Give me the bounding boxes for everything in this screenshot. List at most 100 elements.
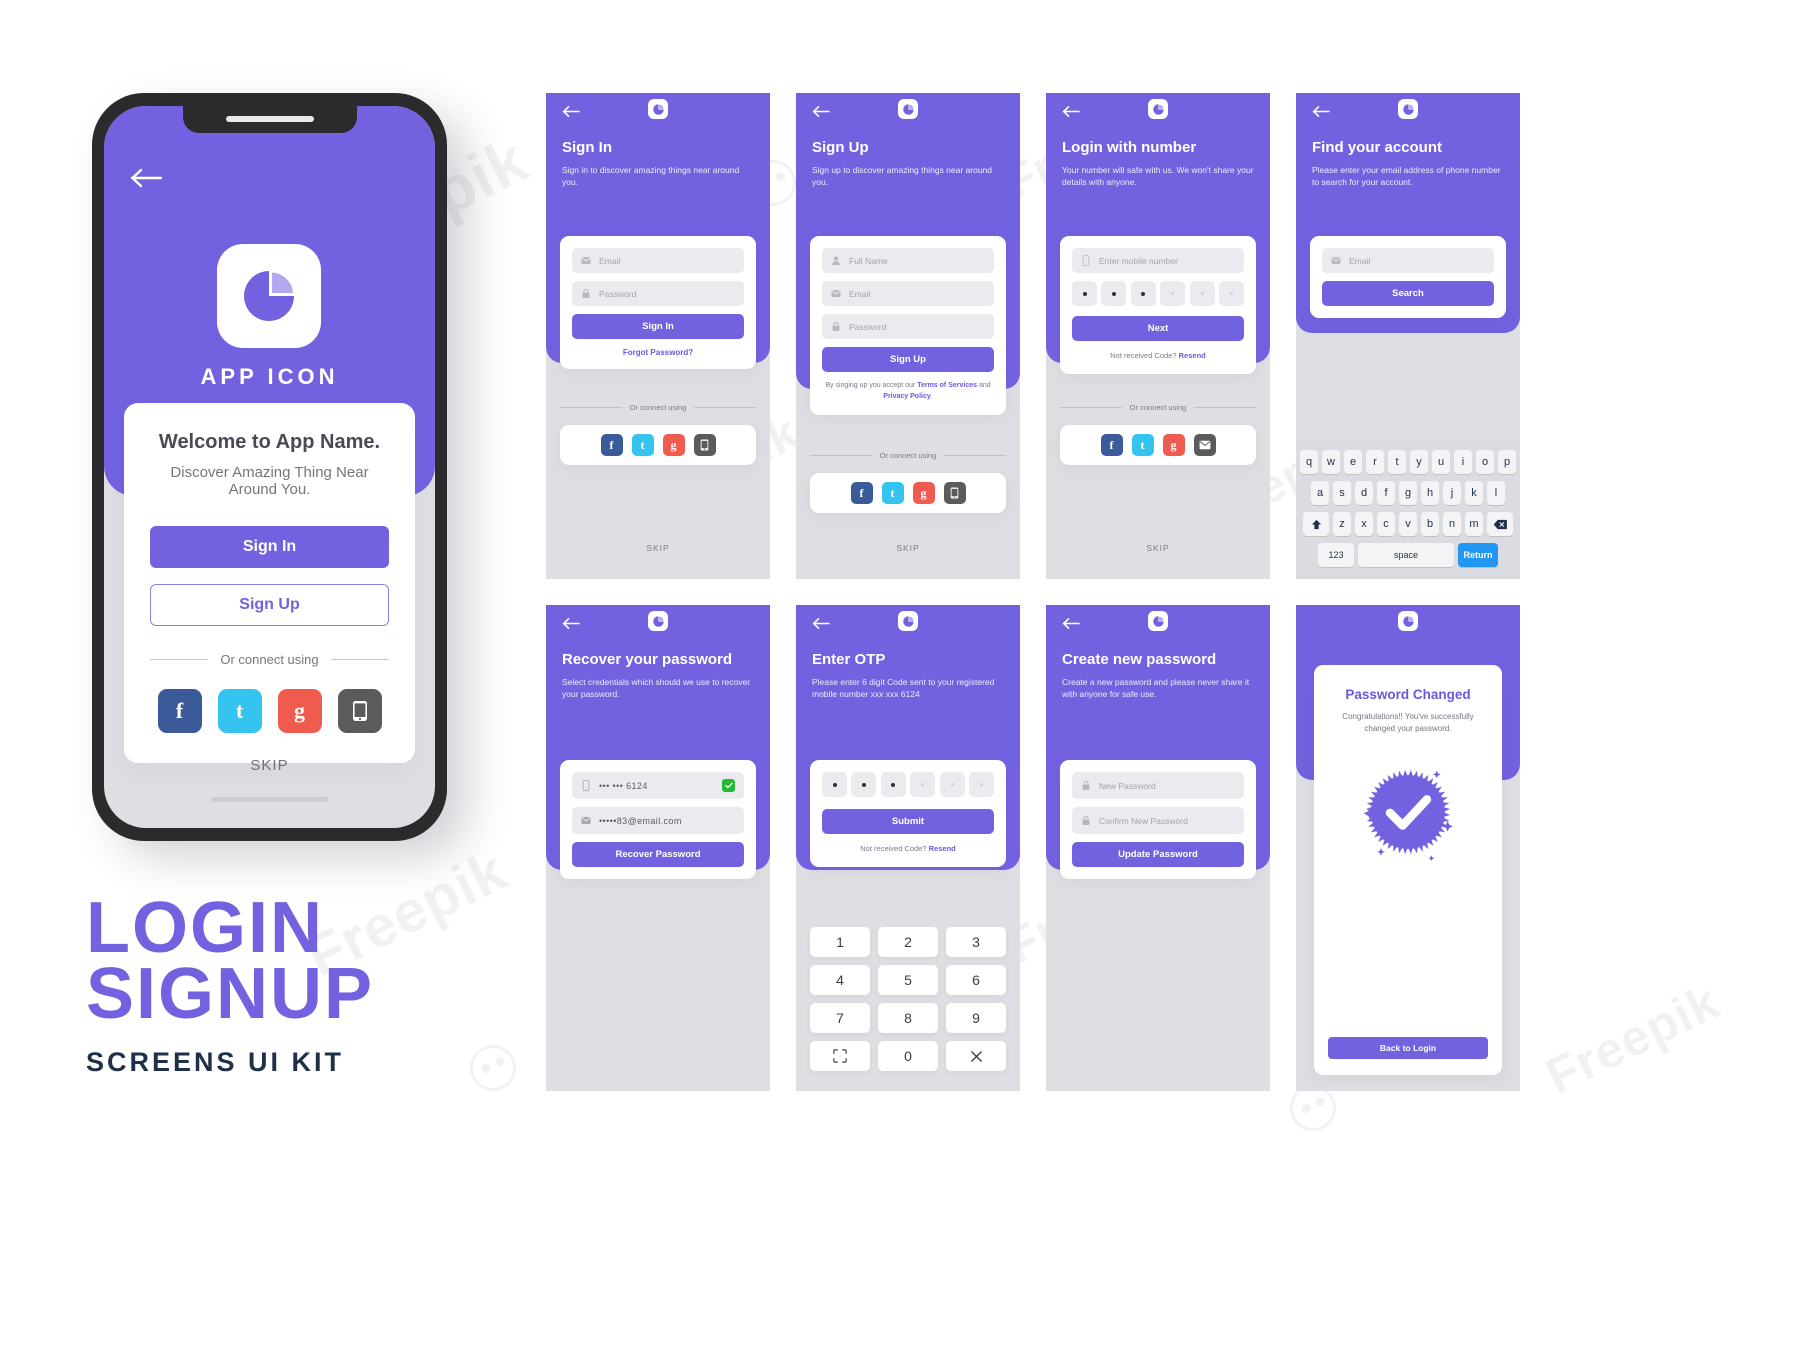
recover-password-button[interactable]: Recover Password: [572, 842, 744, 867]
terms-link[interactable]: Terms of Services: [917, 382, 977, 389]
phone-icon[interactable]: [337, 689, 382, 733]
mobile-number-field[interactable]: Enter mobile number: [1072, 248, 1244, 273]
sign-in-button[interactable]: Sign In: [150, 526, 389, 568]
recover-option-email[interactable]: •••••83@email.com: [572, 807, 744, 834]
otp-box[interactable]: [851, 772, 877, 797]
key-p[interactable]: p: [1498, 450, 1516, 474]
twitter-icon[interactable]: t: [1131, 434, 1154, 456]
resend-link[interactable]: Resend: [929, 844, 956, 853]
back-arrow-icon[interactable]: [562, 617, 580, 630]
otp-box[interactable]: [880, 772, 906, 797]
recover-option-phone[interactable]: ••• ••• 6124: [572, 772, 744, 799]
key-z[interactable]: z: [1333, 512, 1351, 536]
key-g[interactable]: g: [1399, 481, 1417, 505]
phone-icon[interactable]: [943, 482, 966, 504]
google-icon[interactable]: g: [277, 689, 322, 733]
key-w[interactable]: w: [1322, 450, 1340, 474]
google-icon[interactable]: g: [912, 482, 935, 504]
submit-button[interactable]: Submit: [822, 809, 994, 834]
numpad-key-6[interactable]: 6: [946, 965, 1006, 995]
numpad-key-8[interactable]: 8: [878, 1003, 938, 1033]
email-field[interactable]: Email: [1322, 248, 1494, 273]
otp-box[interactable]: [1189, 281, 1215, 306]
key-f[interactable]: f: [1377, 481, 1395, 505]
backspace-icon[interactable]: [1487, 512, 1513, 536]
new-password-field[interactable]: New Password: [1072, 772, 1244, 799]
numpad-key-2[interactable]: 2: [878, 927, 938, 957]
numpad-key-1[interactable]: 1: [810, 927, 870, 957]
facebook-icon[interactable]: f: [157, 689, 202, 733]
mail-icon[interactable]: [1193, 434, 1216, 456]
key-b[interactable]: b: [1421, 512, 1439, 536]
confirm-password-field[interactable]: Confirm New Password: [1072, 807, 1244, 834]
shift-icon[interactable]: [1303, 512, 1329, 536]
full-name-field[interactable]: Full Name: [822, 248, 994, 273]
otp-box[interactable]: [1160, 281, 1186, 306]
return-key[interactable]: Return: [1458, 543, 1498, 567]
otp-box[interactable]: [822, 772, 847, 797]
email-field[interactable]: Email: [822, 281, 994, 306]
facebook-icon[interactable]: f: [600, 434, 623, 456]
back-arrow-icon[interactable]: [130, 166, 164, 190]
sign-in-submit-button[interactable]: Sign In: [572, 314, 744, 339]
back-arrow-icon[interactable]: [1312, 105, 1330, 118]
close-icon[interactable]: [946, 1041, 1006, 1071]
facebook-icon[interactable]: f: [850, 482, 873, 504]
google-icon[interactable]: g: [662, 434, 685, 456]
key-n[interactable]: n: [1443, 512, 1461, 536]
space-key[interactable]: space: [1358, 543, 1454, 567]
key-l[interactable]: l: [1487, 481, 1505, 505]
key-i[interactable]: i: [1454, 450, 1472, 474]
sign-up-button[interactable]: Sign Up: [150, 584, 389, 626]
back-arrow-icon[interactable]: [562, 105, 580, 118]
back-arrow-icon[interactable]: [1062, 617, 1080, 630]
key-v[interactable]: v: [1399, 512, 1417, 536]
resend-link[interactable]: Resend: [1179, 351, 1206, 360]
key-o[interactable]: o: [1476, 450, 1494, 474]
numpad-key-7[interactable]: 7: [810, 1003, 870, 1033]
password-field[interactable]: Password: [572, 281, 744, 306]
numpad-key-5[interactable]: 5: [878, 965, 938, 995]
key-k[interactable]: k: [1465, 481, 1483, 505]
skip-button[interactable]: SKIP: [1046, 543, 1270, 553]
back-to-login-button[interactable]: Back to Login: [1328, 1037, 1488, 1059]
skip-button[interactable]: SKIP: [796, 543, 1020, 553]
back-arrow-icon[interactable]: [812, 617, 830, 630]
back-arrow-icon[interactable]: [1062, 105, 1080, 118]
update-password-button[interactable]: Update Password: [1072, 842, 1244, 867]
numpad-key-4[interactable]: 4: [810, 965, 870, 995]
key-a[interactable]: a: [1311, 481, 1329, 505]
numpad-key-3[interactable]: 3: [946, 927, 1006, 957]
email-field[interactable]: Email: [572, 248, 744, 273]
search-button[interactable]: Search: [1322, 281, 1494, 306]
key-q[interactable]: q: [1300, 450, 1318, 474]
numpad-key-9[interactable]: 9: [946, 1003, 1006, 1033]
otp-box[interactable]: [1130, 281, 1156, 306]
key-e[interactable]: e: [1344, 450, 1362, 474]
otp-box[interactable]: [939, 772, 965, 797]
otp-box[interactable]: [910, 772, 936, 797]
otp-box[interactable]: [1072, 281, 1097, 306]
skip-button[interactable]: SKIP: [546, 543, 770, 553]
key-r[interactable]: r: [1366, 450, 1384, 474]
key-h[interactable]: h: [1421, 481, 1439, 505]
sign-up-submit-button[interactable]: Sign Up: [822, 347, 994, 372]
back-arrow-icon[interactable]: [812, 105, 830, 118]
next-button[interactable]: Next: [1072, 316, 1244, 341]
key-u[interactable]: u: [1432, 450, 1450, 474]
twitter-icon[interactable]: t: [631, 434, 654, 456]
twitter-icon[interactable]: t: [217, 689, 262, 733]
key-m[interactable]: m: [1465, 512, 1483, 536]
otp-box[interactable]: [1101, 281, 1127, 306]
key-x[interactable]: x: [1355, 512, 1373, 536]
key-y[interactable]: y: [1410, 450, 1428, 474]
google-icon[interactable]: g: [1162, 434, 1185, 456]
key-c[interactable]: c: [1377, 512, 1395, 536]
numbers-key[interactable]: 123: [1318, 543, 1354, 567]
key-d[interactable]: d: [1355, 481, 1373, 505]
twitter-icon[interactable]: t: [881, 482, 904, 504]
phone-icon[interactable]: [693, 434, 716, 456]
password-field[interactable]: Password: [822, 314, 994, 339]
otp-box[interactable]: [968, 772, 994, 797]
numpad-key-0[interactable]: 0: [878, 1041, 938, 1071]
